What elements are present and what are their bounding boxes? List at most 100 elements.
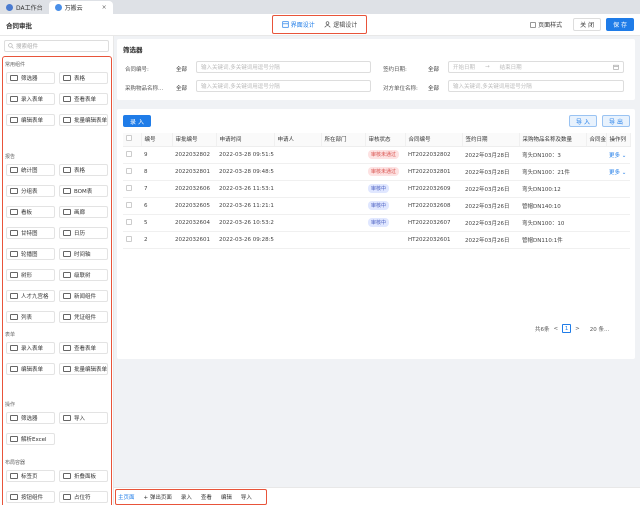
page-number[interactable]: 1 [562,324,572,333]
row-checkbox[interactable] [126,150,132,157]
column-header[interactable]: 采购物品名称及数量 [519,133,587,147]
component-item[interactable]: 导入 [59,412,108,424]
component-item[interactable]: 查看表单 [59,342,108,354]
column-header[interactable]: 审核状态 [365,133,406,147]
component-item[interactable]: 筛选器 [6,72,55,84]
page-tab[interactable]: 导入 [241,493,252,501]
status-badge: 审核未通过 [368,150,400,159]
filter-all-option[interactable]: 全部 [176,65,187,73]
column-header[interactable]: 操作列 [606,133,631,147]
close-button[interactable]: 关 闭 [573,18,602,31]
component-item[interactable]: 占位符 [59,491,108,503]
sign-date-range-input[interactable]: 开始日期 → 结束日期 [448,61,624,73]
next-page-button[interactable]: > [575,326,580,332]
browser-tab-wanban[interactable]: 万搬云 × [48,1,113,14]
component-item[interactable]: 级联树 [59,269,108,281]
component-item[interactable]: 查看表单 [59,93,108,105]
component-item[interactable]: 表格 [59,72,108,84]
table-row[interactable]: 7 2022032606 2022-03-26 11:53:15 审核中 HT20220… [123,180,630,198]
close-icon[interactable]: × [102,4,107,11]
row-checkbox[interactable] [126,184,132,191]
prev-page-button[interactable]: < [554,326,559,332]
row-checkbox[interactable] [126,218,132,225]
row-checkbox[interactable] [126,235,132,242]
component-item[interactable]: 新闻组件 [59,290,108,302]
component-item[interactable]: 标签页 [6,470,55,482]
column-header[interactable]: 审批编号 [172,133,217,147]
component-item[interactable]: 录入表单 [6,342,55,354]
page-size-select[interactable]: 20 条... [590,325,610,333]
column-header[interactable]: 申请时间 [216,133,275,147]
component-item[interactable]: 人才九宫格 [6,290,55,302]
page-tab[interactable]: 录入 [181,493,192,501]
page-tab[interactable]: 主页面 [118,493,135,501]
component-item[interactable]: 筛选器 [6,412,55,424]
component-item[interactable]: 统计图 [6,164,55,176]
component-search-input[interactable]: 搜索组件 [4,40,109,52]
column-header[interactable]: 合同金 [586,133,607,147]
item-name-input[interactable]: 输入关键词,多关键词用逗号分隔 [196,80,371,92]
row-select-cell[interactable] [123,146,141,164]
component-item[interactable]: 录入表单 [6,93,55,105]
table-cell [606,197,630,215]
contract-number-input[interactable]: 输入关键词,多关键词用逗号分隔 [196,61,371,73]
filter-all-option[interactable]: 全部 [428,65,439,73]
table-row[interactable]: 5 2022032604 2022-03-26 10:53:2 审核中 HT202203… [123,214,630,232]
component-item[interactable]: 批量编辑表单 [59,114,108,126]
component-item[interactable]: 分组表 [6,185,55,197]
import-button[interactable]: 导 入 [569,115,597,127]
page-tab[interactable]: 查看 [201,493,212,501]
select-all-cell[interactable] [123,133,142,147]
chevron-down-icon[interactable]: ⌄ [620,153,627,159]
component-item[interactable]: 解析Excel [6,433,55,445]
column-header[interactable]: 申请人 [274,133,322,147]
row-select-cell[interactable] [123,214,141,232]
component-item[interactable]: 编辑表单 [6,363,55,375]
row-select-cell[interactable] [123,163,141,181]
component-item[interactable]: BOM表 [59,185,108,197]
select-all-checkbox[interactable] [126,135,132,142]
component-item[interactable]: 折叠面板 [59,470,108,482]
component-item[interactable]: 按钮组件 [6,491,55,503]
page-tab[interactable]: + 弹出页面 [144,493,172,501]
component-item[interactable]: 批量编辑表单 [59,363,108,375]
tab-logic-design[interactable]: 逻辑设计 [324,20,357,29]
browser-tab-da[interactable]: DA工作台 [0,1,49,14]
component-item[interactable]: 表格 [59,164,108,176]
component-item[interactable]: 甘特图 [6,227,55,239]
component-item[interactable]: 树形 [6,269,55,281]
more-actions-link[interactable]: 更多 [609,153,620,159]
row-checkbox[interactable] [126,201,132,208]
row-select-cell[interactable] [123,180,141,198]
chevron-down-icon[interactable]: ⌄ [620,170,627,176]
export-button[interactable]: 导 出 [602,115,630,127]
entry-button[interactable]: 录 入 [123,115,151,127]
row-select-cell[interactable] [123,231,141,249]
counterparty-input[interactable]: 输入关键词,多关键词用逗号分隔 [448,80,624,92]
row-select-cell[interactable] [123,197,141,215]
filter-all-option[interactable]: 全部 [176,84,187,92]
page-style-button[interactable]: 页面样式 [524,18,569,31]
component-item[interactable]: 时间轴 [59,248,108,260]
component-item[interactable]: 轮播图 [6,248,55,260]
table-row[interactable]: 8 2022032801 2022-03-28 09:48:5 审核未通过 HT2022… [123,163,630,181]
page-tab[interactable]: 编辑 [221,493,232,501]
column-header[interactable]: 所在部门 [321,133,366,147]
table-row[interactable]: 9 2022032802 2022-03-28 09:51:5 审核未通过 HT2022… [123,146,630,164]
component-item[interactable]: 列表 [6,311,55,323]
more-actions-link[interactable]: 更多 [609,170,620,176]
component-item[interactable]: 凭证组件 [59,311,108,323]
column-header[interactable]: 编号 [141,133,173,147]
filter-all-option[interactable]: 全部 [428,84,439,92]
tab-ui-design[interactable]: 界面设计 [282,20,315,29]
table-row[interactable]: 2 2022032601 2022-03-26 09:28:5 HT202203260… [123,231,630,249]
component-item[interactable]: 画廊 [59,206,108,218]
component-item[interactable]: 看板 [6,206,55,218]
table-row[interactable]: 6 2022032605 2022-03-26 11:21:18 审核中 HT20220… [123,197,630,215]
save-button[interactable]: 保 存 [606,18,634,31]
column-header[interactable]: 合同编号 [405,133,463,147]
component-item[interactable]: 日历 [59,227,108,239]
row-checkbox[interactable] [126,167,132,174]
column-header[interactable]: 签约日期 [462,133,520,147]
component-item[interactable]: 编辑表单 [6,114,55,126]
